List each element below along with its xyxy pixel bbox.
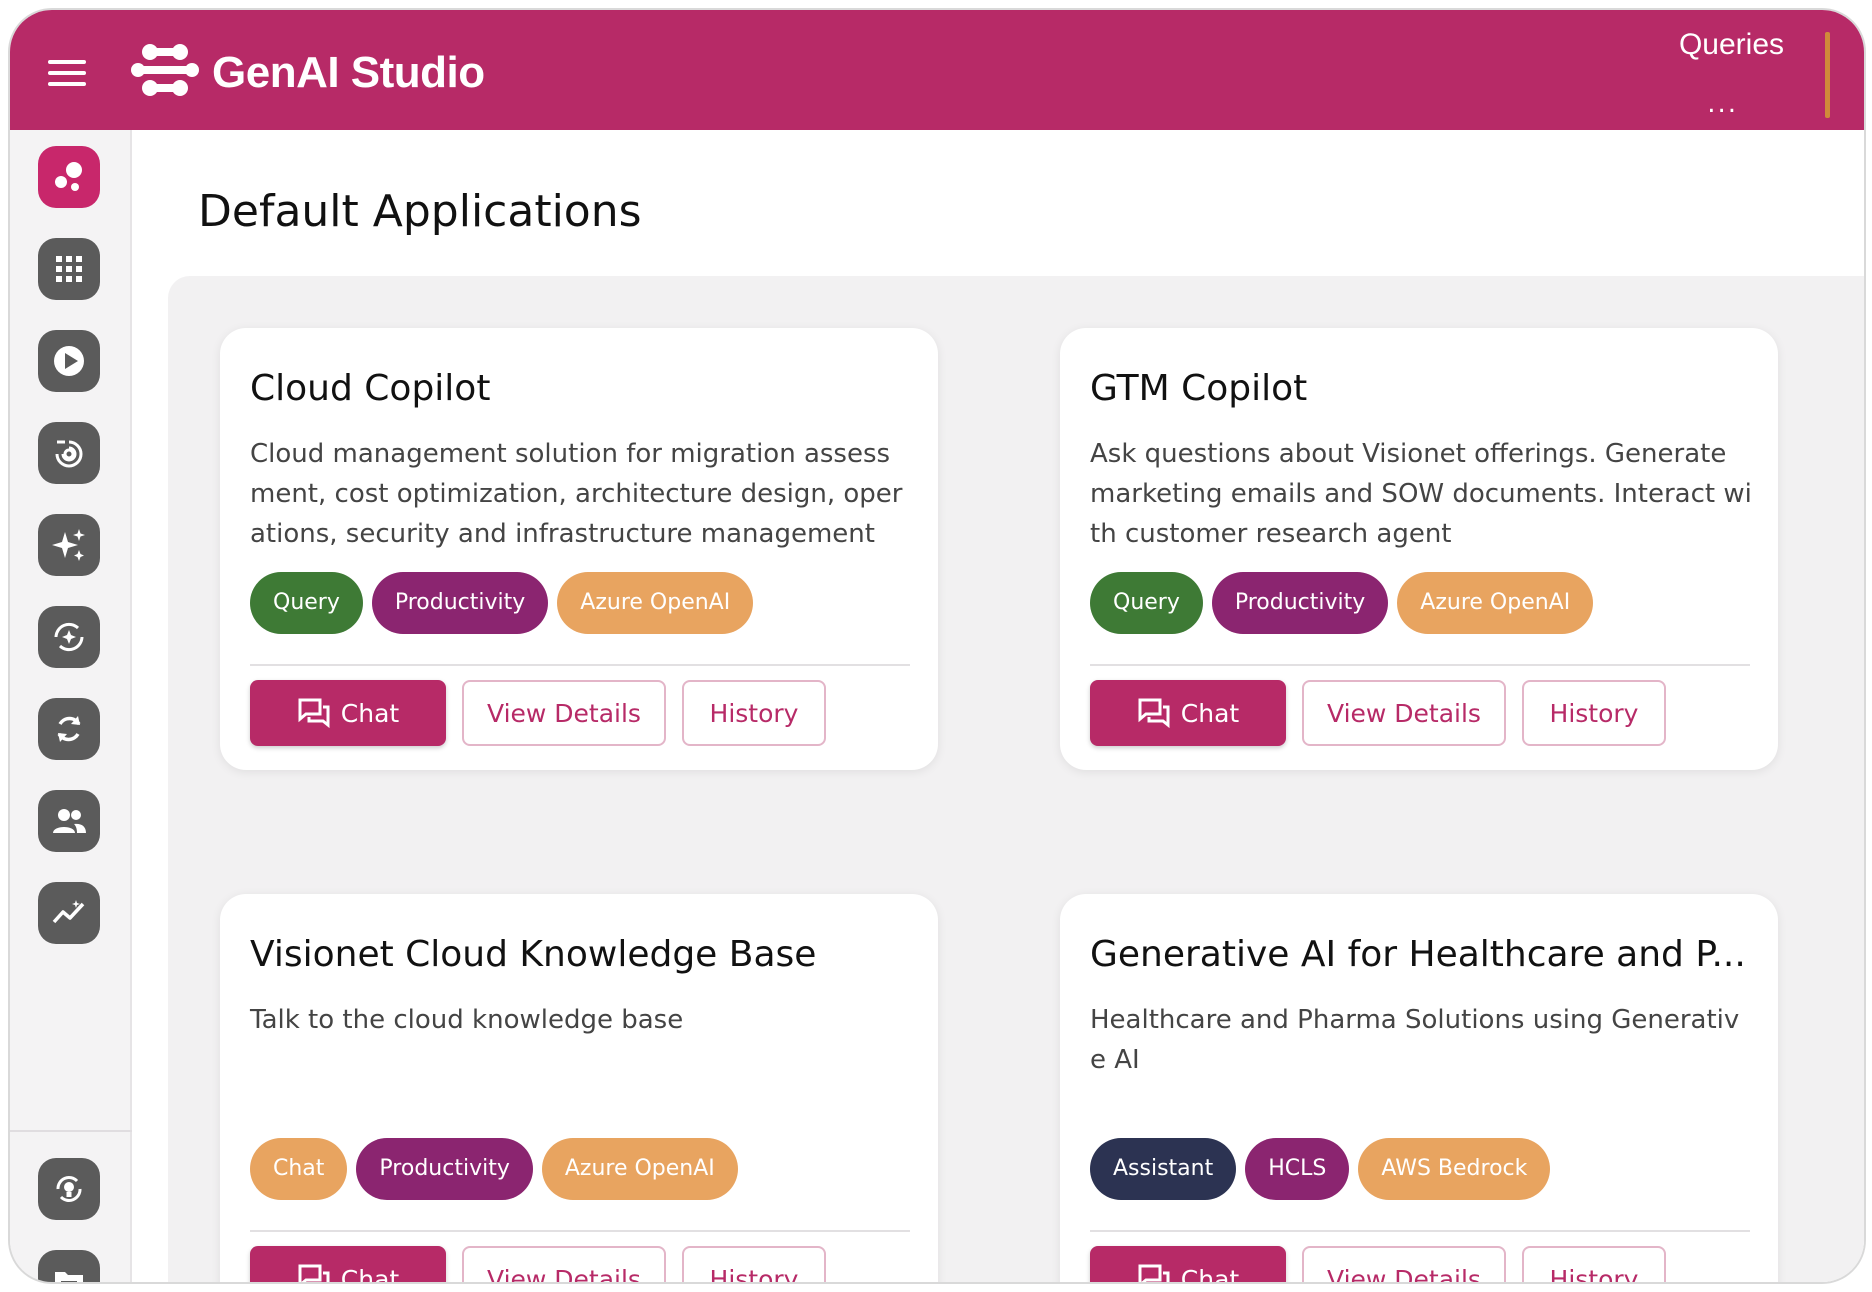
tag: Query bbox=[250, 572, 363, 634]
top-header: GenAI Studio Queries ... bbox=[10, 10, 1864, 130]
card-divider bbox=[1090, 664, 1750, 666]
card-actions: Chat View Details History bbox=[1090, 1246, 1666, 1284]
chat-button-label: Chat bbox=[340, 1264, 400, 1284]
chat-button[interactable]: Chat bbox=[250, 680, 446, 746]
view-details-button[interactable]: View Details bbox=[1302, 1246, 1506, 1282]
chat-button[interactable]: Chat bbox=[1090, 680, 1286, 746]
brand-name: GenAI Studio bbox=[212, 48, 485, 97]
chat-button-label: Chat bbox=[1180, 698, 1240, 728]
app-card: Visionet Cloud Knowledge Base Talk to th… bbox=[220, 894, 938, 1284]
chat-button[interactable]: Chat bbox=[250, 1246, 446, 1284]
queries-title[interactable]: Queries bbox=[1679, 28, 1784, 62]
genai-logo-icon bbox=[131, 44, 199, 96]
tag: Chat bbox=[250, 1138, 348, 1200]
history-button[interactable]: History bbox=[1522, 1246, 1666, 1282]
tag: AWS Bedrock bbox=[1358, 1138, 1551, 1200]
view-details-button[interactable]: View Details bbox=[462, 680, 666, 746]
sidebar-item-sparkles[interactable] bbox=[38, 514, 100, 576]
sidebar-item-play[interactable] bbox=[38, 330, 100, 392]
sidebar-item-refresh-sparkle[interactable] bbox=[38, 606, 100, 668]
menu-icon[interactable] bbox=[48, 60, 86, 86]
people-icon bbox=[53, 809, 86, 833]
cards-area: Cloud Copilot Cloud management solution … bbox=[168, 276, 1864, 1282]
tag: Productivity bbox=[1211, 572, 1389, 634]
card-divider bbox=[1090, 1230, 1750, 1232]
sidebar-item-bubbles[interactable] bbox=[38, 146, 100, 208]
chat-icon bbox=[298, 1264, 330, 1282]
page-title: Default Applications bbox=[198, 186, 642, 237]
refresh-sparkle-icon bbox=[54, 622, 84, 652]
chat-button-label: Chat bbox=[340, 698, 400, 728]
tag: Assistant bbox=[1090, 1138, 1237, 1200]
card-title: Visionet Cloud Knowledge Base bbox=[250, 934, 817, 975]
app-card: Cloud Copilot Cloud management solution … bbox=[220, 328, 938, 770]
tag-list: Query Productivity Azure OpenAI bbox=[250, 572, 754, 634]
sidebar-divider bbox=[10, 1130, 132, 1132]
chat-icon bbox=[298, 698, 330, 729]
tag: Azure OpenAI bbox=[541, 1138, 738, 1200]
sidebar-item-sync[interactable] bbox=[38, 698, 100, 760]
chat-icon bbox=[1138, 698, 1170, 729]
spiral-icon bbox=[55, 440, 83, 468]
sidebar-item-people[interactable] bbox=[38, 790, 100, 852]
view-details-button[interactable]: View Details bbox=[462, 1246, 666, 1282]
tag-list: Query Productivity Azure OpenAI bbox=[1090, 572, 1594, 634]
tag: Azure OpenAI bbox=[1397, 572, 1594, 634]
bubbles-icon bbox=[55, 162, 82, 191]
tag: Productivity bbox=[356, 1138, 533, 1200]
app-card: Generative AI for Healthcare and P... He… bbox=[1060, 894, 1778, 1284]
header-accent-bar bbox=[1825, 32, 1830, 118]
card-title: Cloud Copilot bbox=[250, 368, 491, 409]
card-divider bbox=[250, 664, 910, 666]
more-icon[interactable]: ... bbox=[1707, 91, 1738, 117]
sidebar-item-apps[interactable] bbox=[38, 238, 100, 300]
lightbulb-cycle-icon bbox=[56, 1176, 82, 1202]
sync-icon bbox=[57, 716, 81, 742]
card-title: Generative AI for Healthcare and P... bbox=[1090, 934, 1746, 975]
card-description: Cloud management solution for migration … bbox=[250, 439, 903, 549]
folder-icon bbox=[55, 1272, 83, 1282]
card-actions: Chat View Details History bbox=[250, 1246, 826, 1284]
chat-icon bbox=[1138, 1264, 1170, 1282]
history-button[interactable]: History bbox=[1522, 680, 1666, 746]
card-divider bbox=[250, 1230, 910, 1232]
play-icon bbox=[54, 346, 84, 376]
sidebar-item-lightbulb[interactable] bbox=[38, 1158, 100, 1220]
history-button[interactable]: History bbox=[682, 680, 826, 746]
card-actions: Chat View Details History bbox=[250, 680, 826, 746]
sidebar-item-spiral[interactable] bbox=[38, 422, 100, 484]
app-window: GenAI Studio Queries ... Default Applica… bbox=[8, 8, 1866, 1284]
card-description: Healthcare and Pharma Solutions using Ge… bbox=[1090, 1005, 1740, 1075]
chat-button-label: Chat bbox=[1180, 1264, 1240, 1284]
tag: Productivity bbox=[371, 572, 549, 634]
apps-grid-icon bbox=[56, 256, 82, 282]
tag-list: Assistant HCLS AWS Bedrock bbox=[1090, 1138, 1551, 1200]
view-details-button[interactable]: View Details bbox=[1302, 680, 1506, 746]
analytics-icon bbox=[52, 900, 85, 924]
card-description: Talk to the cloud knowledge base bbox=[250, 1005, 684, 1035]
app-card: GTM Copilot Ask questions about Visionet… bbox=[1060, 328, 1778, 770]
history-button[interactable]: History bbox=[682, 1246, 826, 1282]
card-title: GTM Copilot bbox=[1090, 368, 1308, 409]
card-actions: Chat View Details History bbox=[1090, 680, 1666, 746]
tag: Azure OpenAI bbox=[557, 572, 754, 634]
sidebar-item-folder[interactable] bbox=[38, 1250, 100, 1282]
tag: HCLS bbox=[1245, 1138, 1350, 1200]
main-content: Default Applications Cloud Copilot Cloud… bbox=[132, 130, 1864, 1282]
chat-button[interactable]: Chat bbox=[1090, 1246, 1286, 1284]
tag-list: Chat Productivity Azure OpenAI bbox=[250, 1138, 738, 1200]
sidebar-item-analytics[interactable] bbox=[38, 882, 100, 944]
tag: Query bbox=[1090, 572, 1203, 634]
sidebar bbox=[10, 130, 132, 1282]
card-description: Ask questions about Visionet offerings. … bbox=[1090, 439, 1752, 549]
sparkles-icon bbox=[52, 529, 85, 561]
